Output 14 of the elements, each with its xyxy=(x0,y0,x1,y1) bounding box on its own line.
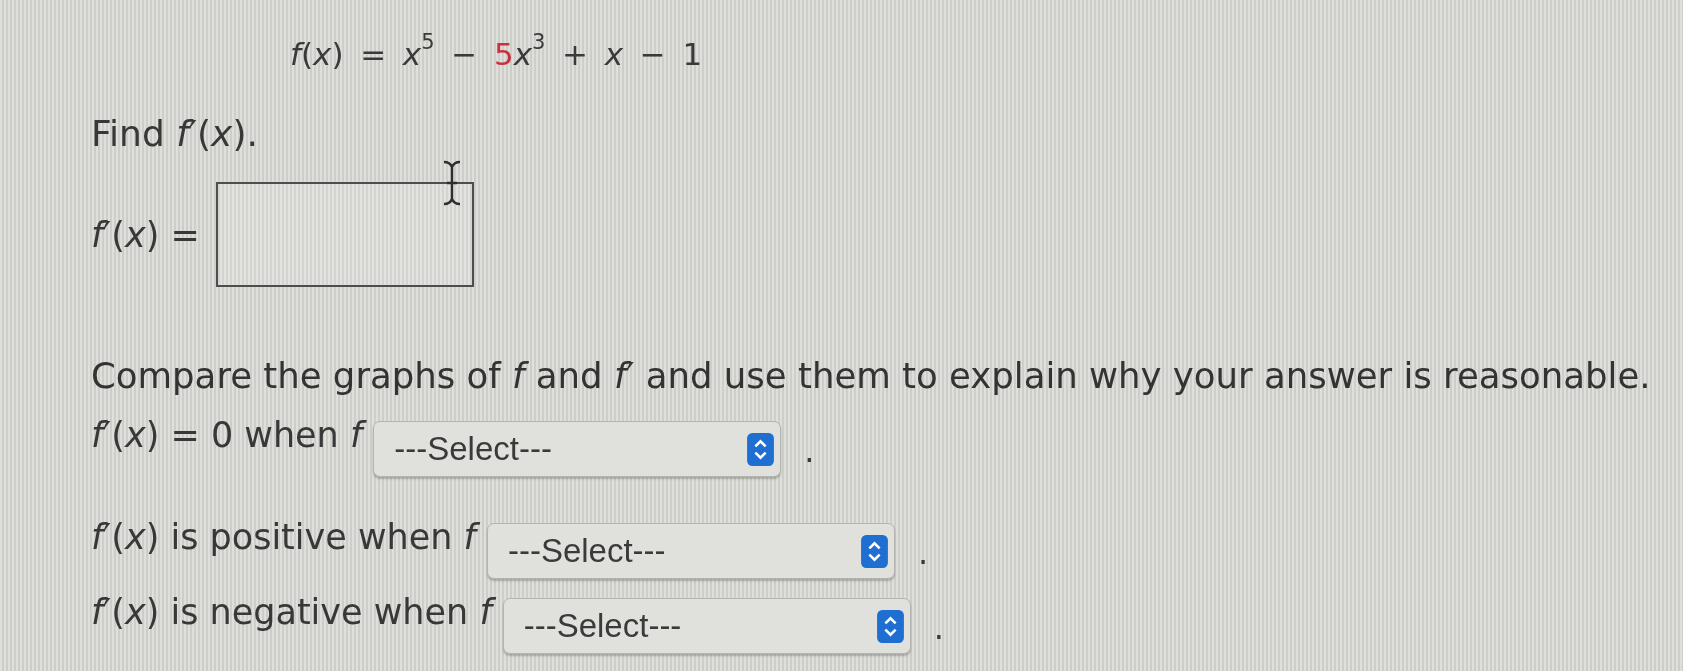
up-down-arrows-icon xyxy=(876,609,904,643)
function-formula: f(x) = x$^{5}$ − 5x$^{3}$ + x − 1 xyxy=(290,32,703,74)
up-down-arrows-icon xyxy=(860,534,888,568)
sentence-period: . xyxy=(917,533,929,574)
dropdown-select[interactable]: ---Select--- xyxy=(373,421,782,477)
dropdown-select[interactable]: ---Select--- xyxy=(486,523,895,579)
instruction-text: Compare the graphs of f and f′ and use them to explain why your answer is reasonable. xyxy=(91,354,1651,398)
question-text: Find f′(x). xyxy=(91,112,258,156)
answer-input[interactable] xyxy=(215,182,474,287)
sentence-period: . xyxy=(804,431,815,472)
dropdown-select[interactable]: ---Select--- xyxy=(502,598,911,654)
answer-label: f′(x) = xyxy=(91,213,200,257)
sentence-period: . xyxy=(933,608,944,649)
up-down-arrows-icon xyxy=(747,432,775,466)
